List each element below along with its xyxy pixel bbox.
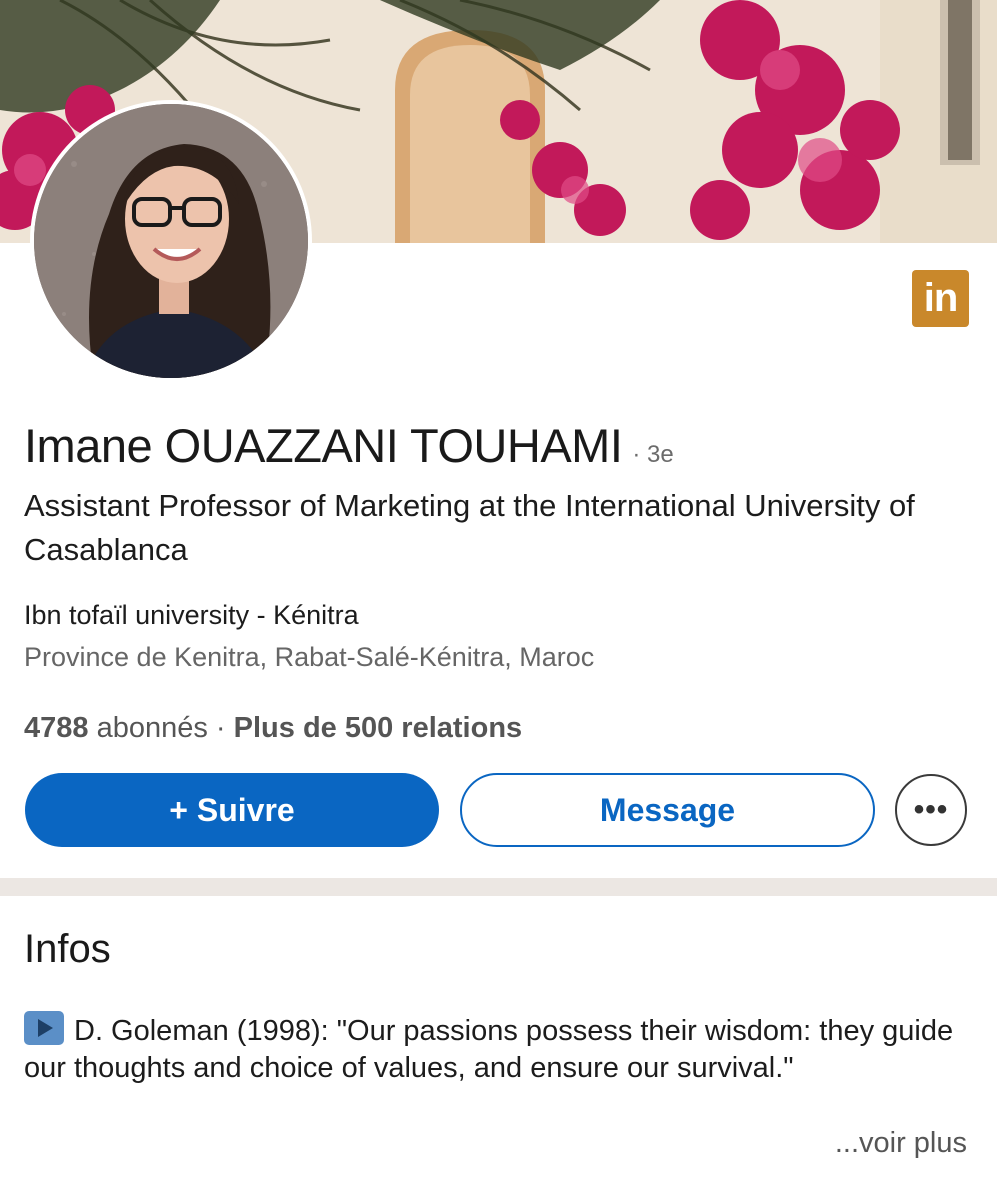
profile-photo — [34, 104, 308, 378]
followers-label[interactable]: abonnés — [97, 712, 208, 744]
connection-degree: · 3e — [632, 441, 674, 468]
profile-school[interactable]: Ibn tofaïl university - Kénitra — [24, 600, 359, 631]
see-more-link[interactable]: ...voir plus — [835, 1127, 967, 1160]
linkedin-logo-icon: in — [912, 270, 969, 327]
profile-headline: Assistant Professor of Marketing at the … — [24, 488, 915, 567]
section-divider — [0, 878, 997, 896]
play-button-icon — [24, 1011, 64, 1045]
followers-count[interactable]: 4788 — [24, 712, 89, 744]
about-text-block: D. Goleman (1998): "Our passions possess… — [24, 1011, 964, 1087]
more-options-button[interactable]: ••• — [895, 774, 967, 846]
about-section-title: Infos — [24, 927, 111, 971]
profile-stats: 4788 abonnés · Plus de 500 relations — [24, 712, 522, 745]
profile-avatar[interactable] — [30, 100, 312, 382]
follow-button[interactable]: + Suivre — [25, 773, 439, 847]
message-button[interactable]: Message — [460, 773, 875, 847]
profile-name: Imane OUAZZANI TOUHAMI — [24, 419, 623, 472]
connections-count[interactable]: Plus de 500 relations — [234, 712, 523, 744]
about-text: D. Goleman (1998): "Our passions possess… — [24, 1015, 954, 1084]
more-dots-icon: ••• — [913, 793, 949, 826]
stats-separator: · — [215, 712, 226, 744]
profile-name-row: Imane OUAZZANI TOUHAMI · 3e — [24, 418, 674, 473]
profile-location: Province de Kenitra, Rabat-Salé-Kénitra,… — [24, 642, 595, 672]
